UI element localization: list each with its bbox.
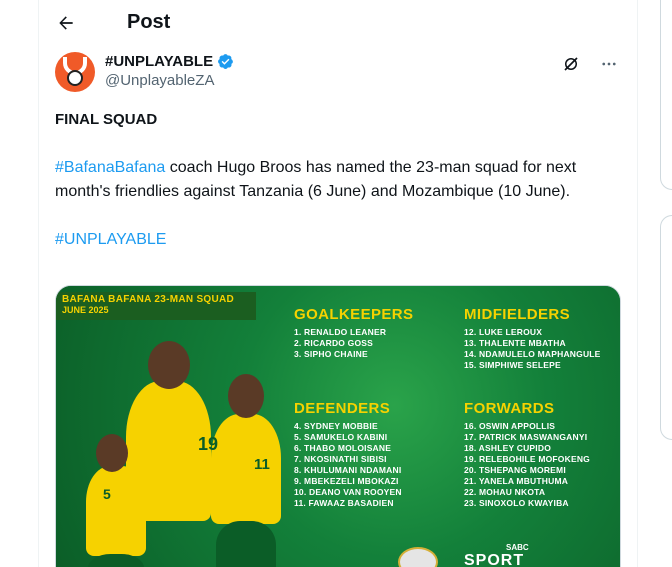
list-item: 3. SIPHO CHAINE: [294, 349, 368, 359]
list-item: 1. RENALDO LEANER: [294, 327, 387, 337]
list-item: 9. MBEKEZELI MBOKAZI: [294, 476, 399, 486]
list-item: 8. KHULUMANI NDAMANI: [294, 465, 402, 475]
tweet-text: #BafanaBafana coach Hugo Broos has named…: [55, 156, 615, 204]
list-item: 16. OSWIN APPOLLIS: [464, 421, 556, 431]
tweet-media-image[interactable]: BAFANA BAFANA 23-MAN SQUAD JUNE 2025 19 …: [55, 285, 621, 567]
list-item: 15. SIMPHIWE SELEPE: [464, 360, 561, 370]
player-figure: [211, 414, 281, 524]
right-sidebar-edge: [660, 0, 672, 567]
goalkeepers-section: GOALKEEPERS 1. RENALDO LEANER 2. RICARDO…: [294, 306, 413, 360]
hashtag-bafanabafana[interactable]: #BafanaBafana: [55, 159, 165, 176]
post-page: Post #UNPLAYABLE @UnplayableZA FINAL SQU…: [0, 0, 672, 567]
more-icon[interactable]: [599, 54, 619, 74]
list-item: 10. DEANO VAN ROOYEN: [294, 487, 402, 497]
hashtag-unplayable[interactable]: #UNPLAYABLE: [55, 231, 166, 248]
midfielders-list: 12. LUKE LEROUX 13. THALENTE MBATHA 14. …: [464, 327, 601, 371]
defenders-list: 4. SYDNEY MOBBIE 5. SAMUKELO KABINI 6. T…: [294, 421, 402, 509]
squad-banner: BAFANA BAFANA 23-MAN SQUAD JUNE 2025: [56, 292, 256, 320]
sidebar-card: [660, 0, 672, 190]
banner-date: JUNE 2025: [62, 305, 109, 315]
display-name[interactable]: #UNPLAYABLE: [105, 53, 213, 70]
list-item: 5. SAMUKELO KABINI: [294, 432, 388, 442]
avatar[interactable]: [55, 52, 95, 92]
tweet-author-row: #UNPLAYABLE @UnplayableZA: [55, 52, 623, 96]
midfielders-heading: MIDFIELDERS: [464, 306, 571, 323]
players-illustration: 19 5 11: [76, 326, 291, 567]
player-head: [148, 341, 190, 389]
back-arrow-icon[interactable]: [55, 12, 77, 34]
list-item: 21. YANELA MBUTHUMA: [464, 476, 569, 486]
tweet-actions: [561, 54, 619, 74]
banner-title: BAFANA BAFANA 23-MAN SQUAD: [62, 294, 235, 305]
main-column: Post #UNPLAYABLE @UnplayableZA FINAL SQU…: [38, 0, 638, 567]
page-title: Post: [127, 11, 171, 33]
tweet-body: FINAL SQUAD #BafanaBafana coach Hugo Bro…: [55, 108, 615, 276]
handle[interactable]: @UnplayableZA: [105, 72, 234, 89]
list-item: 19. RELEBOHILE MOFOKENG: [464, 454, 590, 464]
forwards-list: 16. OSWIN APPOLLIS 17. PATRICK MASWANGAN…: [464, 421, 590, 509]
author-names: #UNPLAYABLE @UnplayableZA: [105, 53, 234, 89]
defenders-section: DEFENDERS 4. SYDNEY MOBBIE 5. SAMUKELO K…: [294, 400, 402, 509]
list-item: 18. ASHLEY CUPIDO: [464, 443, 552, 453]
grok-icon[interactable]: [561, 54, 581, 74]
jersey-number: 5: [103, 486, 111, 502]
list-item: 20. TSHEPANG MOREMI: [464, 465, 566, 475]
jersey-number: 19: [198, 434, 219, 454]
list-item: 13. THALENTE MBATHA: [464, 338, 566, 348]
sponsor-logos: SABC SPORT: [398, 541, 618, 567]
post-header: Post: [39, 0, 637, 45]
goalkeepers-heading: GOALKEEPERS: [294, 306, 414, 323]
jersey-number: 11: [254, 456, 270, 473]
forwards-heading: FORWARDS: [464, 400, 555, 417]
player-head: [96, 434, 128, 472]
tweet-hashtag-line: #UNPLAYABLE: [55, 228, 615, 252]
verified-badge-icon[interactable]: [217, 53, 234, 70]
list-item: 14. NDAMULELO MAPHANGULE: [464, 349, 601, 359]
tweet-headline: FINAL SQUAD: [55, 111, 158, 128]
list-item: 22. MOHAU NKOTA: [464, 487, 546, 497]
player-figure: [86, 466, 146, 556]
list-item: 7. NKOSINATHI SIBISI: [294, 454, 387, 464]
sabc-sport-logo: SABC SPORT: [464, 543, 529, 567]
player-head: [228, 374, 264, 418]
list-item: 6. THABO MOLOISANE: [294, 443, 392, 453]
list-item: 23. SINOXOLO KWAYIBA: [464, 498, 569, 508]
list-item: 17. PATRICK MASWANGANYI: [464, 432, 588, 442]
list-item: 11. FAWAAZ BASADIEN: [294, 498, 394, 508]
list-item: 12. LUKE LEROUX: [464, 327, 543, 337]
midfielders-section: MIDFIELDERS 12. LUKE LEROUX 13. THALENTE…: [464, 306, 601, 371]
list-item: 2. RICARDO GOSS: [294, 338, 374, 348]
forwards-section: FORWARDS 16. OSWIN APPOLLIS 17. PATRICK …: [464, 400, 590, 509]
list-item: 4. SYDNEY MOBBIE: [294, 421, 378, 431]
defenders-heading: DEFENDERS: [294, 400, 391, 417]
goalkeepers-list: 1. RENALDO LEANER 2. RICARDO GOSS 3. SIP…: [294, 327, 413, 360]
safa-crest-icon: [398, 547, 438, 567]
display-name-row[interactable]: #UNPLAYABLE: [105, 53, 234, 70]
sidebar-card: [660, 215, 672, 440]
